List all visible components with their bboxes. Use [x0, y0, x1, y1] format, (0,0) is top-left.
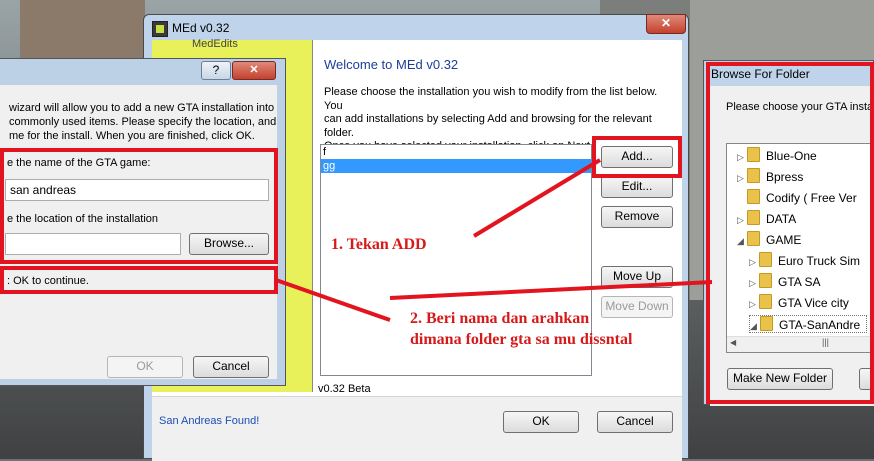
annotation-step1: 1. Tekan ADD: [331, 236, 427, 253]
annotation-step2-line1: 2. Beri nama dan arahkan: [410, 310, 590, 327]
arrow-line: [472, 158, 602, 238]
annotation-arrows: [275, 158, 713, 322]
arrow-line: [275, 278, 391, 322]
annotation-step2-line2: dimana folder gta sa mu dissntal: [410, 331, 633, 348]
arrow-line: [389, 280, 713, 300]
